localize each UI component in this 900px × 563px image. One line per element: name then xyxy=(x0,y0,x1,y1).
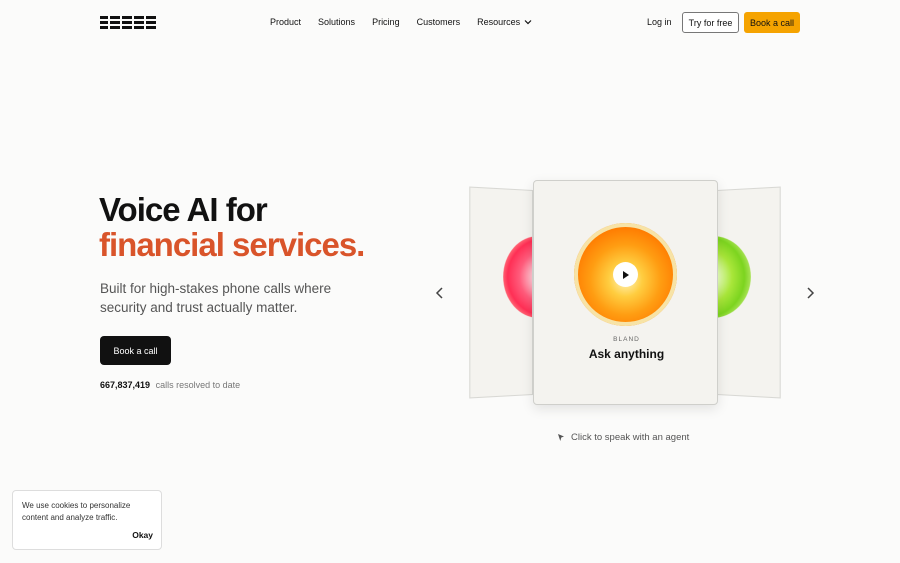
nav-link-resources-label: Resources xyxy=(477,17,521,27)
carousel-prev-icon[interactable] xyxy=(435,286,445,300)
hero-title: Voice AI for financial services. xyxy=(99,191,365,263)
calls-stat: 667,837,419 calls resolved to date xyxy=(100,380,240,390)
agent-card-title: Ask anything xyxy=(588,347,665,361)
hero-title-line1: Voice AI for xyxy=(99,191,268,228)
agent-card-main[interactable]: BLAND Ask anything xyxy=(533,180,718,405)
try-for-free-button[interactable]: Try for free xyxy=(682,12,739,33)
calls-count: 667,837,419 xyxy=(100,380,151,390)
agent-orb xyxy=(574,223,677,326)
agent-card-left[interactable] xyxy=(469,186,533,399)
chevron-down-icon xyxy=(524,20,532,25)
nav-link-product[interactable]: Product xyxy=(270,17,301,27)
carousel-next-icon[interactable] xyxy=(805,286,815,300)
login-link[interactable]: Log in xyxy=(647,17,672,27)
book-call-hero-button[interactable]: Book a call xyxy=(100,336,171,365)
cookie-banner: We use cookies to personalize content an… xyxy=(12,490,162,550)
play-icon xyxy=(623,270,629,279)
agent-card-right[interactable] xyxy=(717,186,781,399)
agent-brand-label: BLAND xyxy=(613,336,640,343)
hero-title-accent: financial services. xyxy=(99,226,365,263)
top-nav: Product Solutions Pricing Customers Reso… xyxy=(0,0,900,46)
play-button[interactable] xyxy=(613,262,638,287)
speak-hint: Click to speak with an agent xyxy=(557,432,689,443)
nav-link-solutions[interactable]: Solutions xyxy=(318,17,355,27)
hero-subtitle: Built for high-stakes phone calls where … xyxy=(100,281,332,315)
nav-links: Product Solutions Pricing Customers Reso… xyxy=(270,17,549,27)
nav-link-resources[interactable]: Resources xyxy=(477,17,532,27)
cookie-text: We use cookies to personalize content an… xyxy=(22,501,131,522)
bland-logo[interactable] xyxy=(100,14,156,30)
book-call-nav-button[interactable]: Book a call xyxy=(744,12,800,33)
nav-link-customers[interactable]: Customers xyxy=(417,17,461,27)
cursor-arrow-icon xyxy=(558,434,564,441)
agent-orb-right xyxy=(717,234,751,319)
nav-link-pricing[interactable]: Pricing xyxy=(372,17,400,27)
calls-text: calls resolved to date xyxy=(155,380,241,390)
agent-orb-left xyxy=(503,235,533,319)
speak-hint-text: Click to speak with an agent xyxy=(571,432,690,443)
cookie-okay-button[interactable]: Okay xyxy=(132,530,153,540)
